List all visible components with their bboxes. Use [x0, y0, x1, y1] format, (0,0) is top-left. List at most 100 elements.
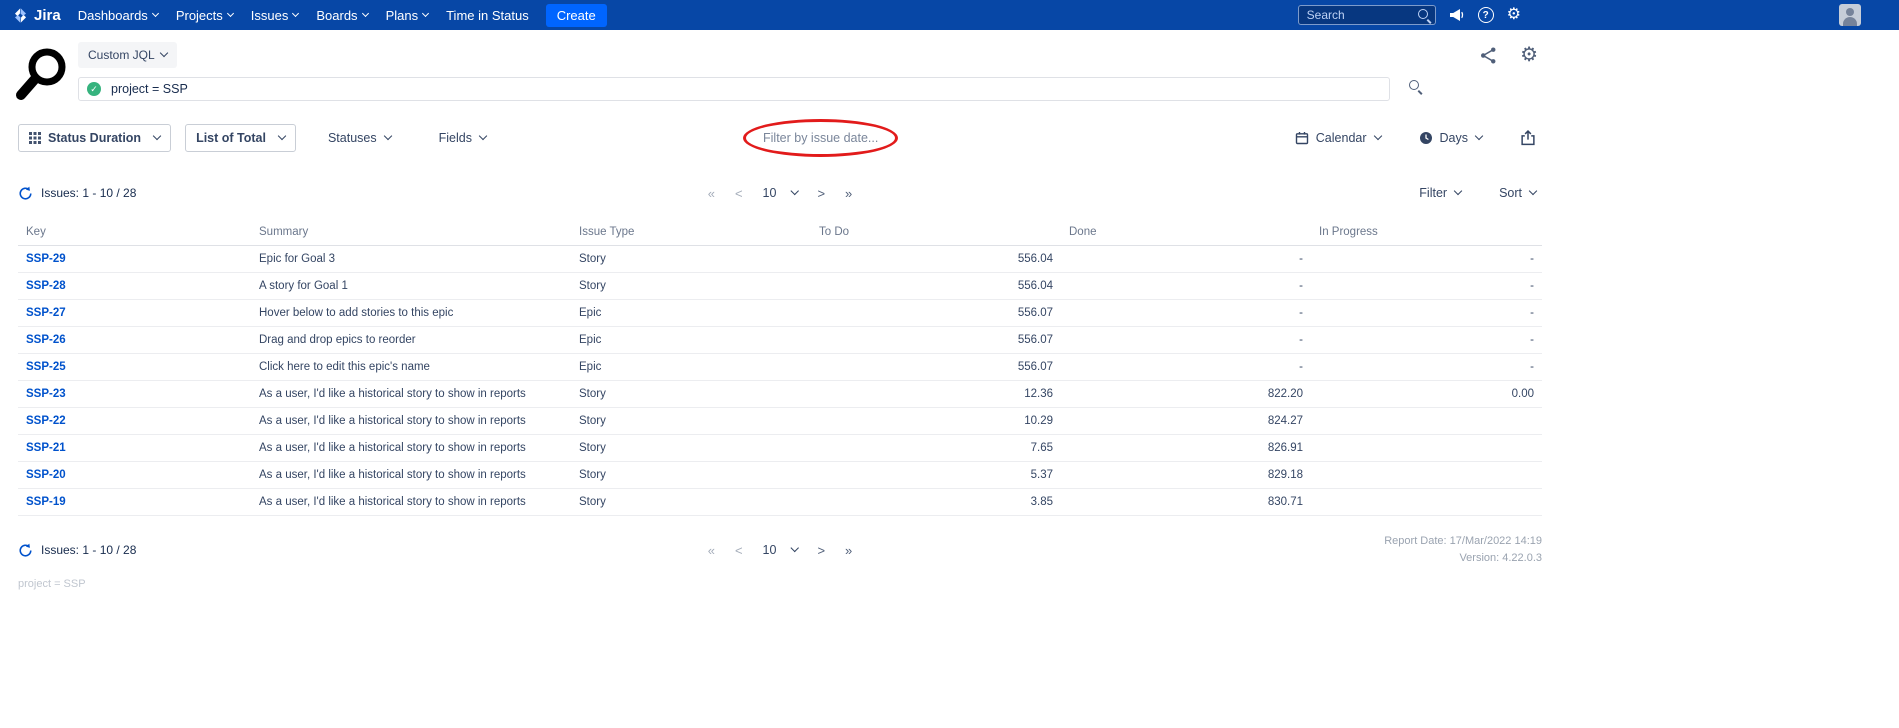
- issue-summary: A story for Goal 1: [251, 273, 571, 300]
- issue-key-link[interactable]: SSP-22: [26, 415, 66, 427]
- export-icon: [1520, 130, 1536, 146]
- page-size-dropdown[interactable]: 10: [763, 543, 798, 557]
- issue-key-link[interactable]: SSP-19: [26, 496, 66, 508]
- issue-type: Story: [571, 381, 811, 408]
- nav-item-label: Boards: [316, 8, 357, 23]
- sort-dropdown[interactable]: Sort: [1493, 185, 1542, 201]
- view-type-dropdown[interactable]: List of Total: [185, 124, 296, 152]
- brand-label: Jira: [34, 7, 61, 24]
- first-page-button[interactable]: «: [708, 186, 715, 201]
- list-footer-bar: Issues: 1 - 10 / 28 « < 10 > » Report Da…: [0, 538, 1560, 562]
- column-header-done: Done: [1061, 219, 1311, 246]
- table-header-row: Key Summary Issue Type To Do Done In Pro…: [18, 219, 1542, 246]
- export-button[interactable]: [1514, 129, 1542, 147]
- issue-key-link[interactable]: SSP-26: [26, 334, 66, 346]
- next-page-button[interactable]: >: [817, 186, 825, 201]
- time-units-dropdown[interactable]: Days: [1413, 130, 1488, 146]
- table-row: SSP-20 As a user, I'd like a historical …: [18, 462, 1542, 489]
- chevron-down-icon: [1475, 132, 1483, 140]
- issue-type: Epic: [571, 327, 811, 354]
- sort-label: Sort: [1499, 186, 1522, 200]
- jql-row: ✓: [78, 77, 1542, 101]
- custom-jql-label: Custom JQL: [88, 48, 155, 62]
- search-icon: [1408, 79, 1425, 96]
- toolbar-right-cluster: Calendar Days: [1289, 129, 1542, 147]
- refresh-button[interactable]: [18, 543, 33, 558]
- nav-item-label: Plans: [386, 8, 419, 23]
- inprogress-value: [1311, 435, 1542, 462]
- prev-page-button[interactable]: <: [735, 186, 743, 201]
- nav-item-issues[interactable]: Issues: [242, 0, 308, 30]
- create-button[interactable]: Create: [546, 4, 607, 27]
- list-header-bar: Issues: 1 - 10 / 28 « < 10 > » Filter So…: [0, 181, 1560, 205]
- issue-key-link[interactable]: SSP-23: [26, 388, 66, 400]
- nav-item-time-in-status[interactable]: Time in Status: [437, 0, 538, 30]
- prev-page-button[interactable]: <: [735, 543, 743, 558]
- refresh-button[interactable]: [18, 186, 33, 201]
- settings-gear-icon[interactable]: ⚙: [1520, 45, 1538, 65]
- announcement-icon[interactable]: [1449, 8, 1465, 22]
- nav-item-boards[interactable]: Boards: [307, 0, 376, 30]
- help-icon[interactable]: ?: [1478, 7, 1494, 23]
- last-page-button[interactable]: »: [845, 186, 852, 201]
- help-glyph: ?: [1483, 10, 1489, 21]
- issue-type: Story: [571, 246, 811, 273]
- issue-key-link[interactable]: SSP-28: [26, 280, 66, 292]
- chevron-down-icon: [292, 9, 299, 16]
- page-size-value: 10: [763, 543, 777, 557]
- done-value: 826.91: [1061, 435, 1311, 462]
- calendar-dropdown[interactable]: Calendar: [1289, 130, 1387, 146]
- chevron-down-icon: [362, 9, 369, 16]
- global-search: [1298, 5, 1436, 25]
- jql-input[interactable]: [109, 81, 1381, 97]
- issues-count-label: Issues: 1 - 10 / 28: [41, 186, 136, 200]
- share-icon[interactable]: [1479, 46, 1498, 65]
- issue-key-link[interactable]: SSP-25: [26, 361, 66, 373]
- custom-jql-dropdown[interactable]: Custom JQL: [78, 42, 177, 68]
- next-page-button[interactable]: >: [817, 543, 825, 558]
- chevron-down-icon: [790, 544, 798, 552]
- report-type-dropdown[interactable]: Status Duration: [18, 124, 171, 152]
- last-page-button[interactable]: »: [845, 543, 852, 558]
- issues-table: Key Summary Issue Type To Do Done In Pro…: [18, 219, 1542, 516]
- done-value: 829.18: [1061, 462, 1311, 489]
- issue-key-link[interactable]: SSP-27: [26, 307, 66, 319]
- chevron-down-icon: [790, 187, 798, 195]
- search-input[interactable]: [1298, 5, 1436, 25]
- issue-key-link[interactable]: SSP-21: [26, 442, 66, 454]
- jql-field: ✓: [78, 77, 1390, 101]
- issue-key-link[interactable]: SSP-20: [26, 469, 66, 481]
- nav-right-cluster: ? ⚙: [1298, 5, 1521, 25]
- report-page: Custom JQL ⚙ ✓: [0, 30, 1560, 590]
- jql-search-button[interactable]: [1406, 77, 1427, 101]
- issue-date-filter[interactable]: Filter by issue date...: [763, 131, 878, 145]
- table-row: SSP-28 A story for Goal 1 Story 556.04 -…: [18, 273, 1542, 300]
- nav-item-dashboards[interactable]: Dashboards: [69, 0, 167, 30]
- first-page-button[interactable]: «: [708, 543, 715, 558]
- fields-label: Fields: [439, 131, 472, 145]
- admin-gear-icon[interactable]: ⚙: [1507, 7, 1521, 23]
- todo-value: 556.04: [811, 246, 1061, 273]
- search-icon[interactable]: [1417, 8, 1432, 23]
- nav-item-projects[interactable]: Projects: [167, 0, 242, 30]
- filter-dropdown[interactable]: Filter: [1413, 185, 1467, 201]
- inprogress-value: -: [1311, 300, 1542, 327]
- fields-dropdown[interactable]: Fields: [433, 130, 492, 146]
- jira-home-link[interactable]: Jira: [12, 7, 61, 24]
- report-type-label: Status Duration: [48, 131, 141, 145]
- top-nav: Jira Dashboards Projects Issues Boards P…: [0, 0, 1899, 30]
- table-row: SSP-25 Click here to edit this epic's na…: [18, 354, 1542, 381]
- statuses-dropdown[interactable]: Statuses: [322, 130, 397, 146]
- page-size-dropdown[interactable]: 10: [763, 186, 798, 200]
- user-avatar[interactable]: [1839, 4, 1861, 26]
- table-row: SSP-29 Epic for Goal 3 Story 556.04 - -: [18, 246, 1542, 273]
- issue-summary: Hover below to add stories to this epic: [251, 300, 571, 327]
- issue-key-link[interactable]: SSP-29: [26, 253, 66, 265]
- chevron-down-icon: [152, 9, 159, 16]
- issue-type: Story: [571, 435, 811, 462]
- jira-logo-icon: [12, 7, 29, 24]
- chevron-down-icon: [1529, 187, 1537, 195]
- nav-item-plans[interactable]: Plans: [377, 0, 438, 30]
- column-header-summary: Summary: [251, 219, 571, 246]
- issue-type: Story: [571, 273, 811, 300]
